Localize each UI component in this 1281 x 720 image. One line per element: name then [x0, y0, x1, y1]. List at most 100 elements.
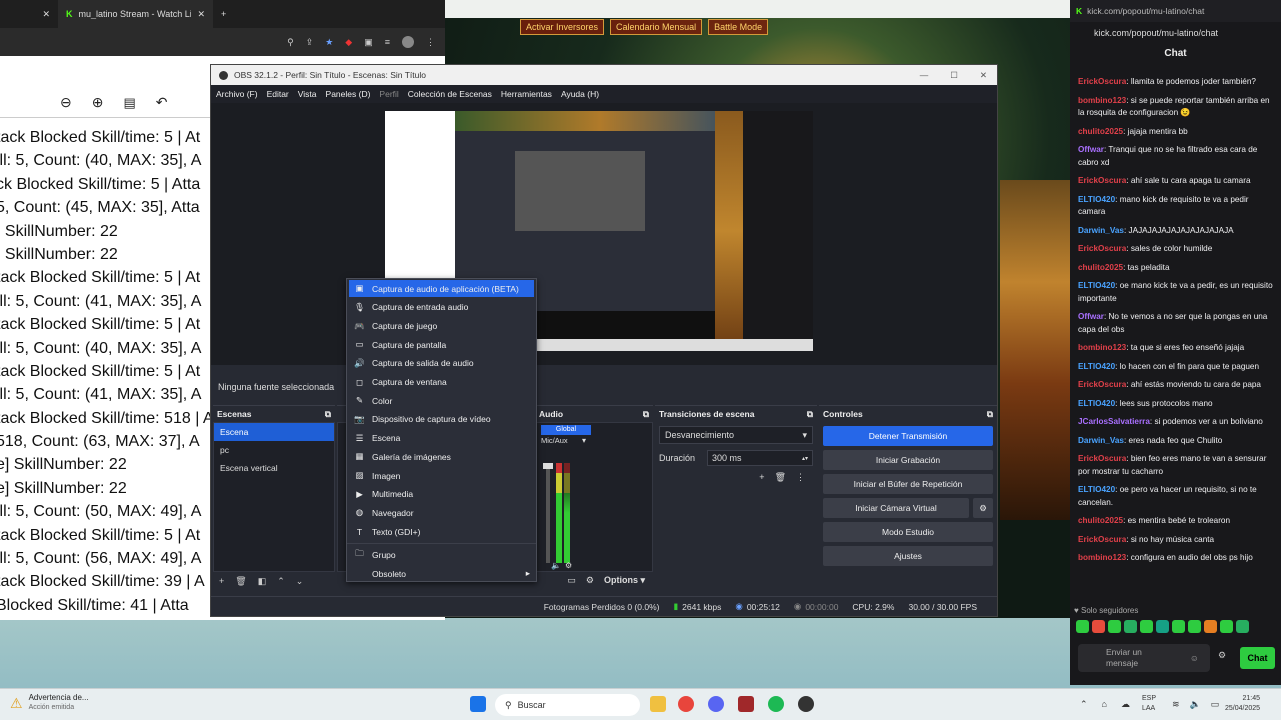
emoji-icon[interactable]: ☺ [1190, 653, 1199, 664]
notification[interactable]: ⚠ Advertencia de... Acción emitida [10, 693, 89, 713]
menu-item[interactable]: Ayuda (H) [561, 89, 599, 99]
context-menu-item[interactable]: ▨ Imagen [347, 466, 536, 485]
emote-icon[interactable] [1124, 620, 1137, 633]
extension-icon[interactable]: ◆ [345, 37, 352, 48]
undock-icon[interactable]: ⧉ [807, 409, 813, 420]
volume-icon[interactable]: 🔈 [551, 561, 561, 570]
chat-username[interactable]: JCarlosSalvatierra [1078, 417, 1150, 426]
scene-item[interactable]: Escena vertical [214, 459, 334, 477]
undock-icon[interactable]: ⧉ [325, 409, 331, 420]
options-button[interactable]: Options ▾ [604, 575, 645, 586]
volume-slider-handle[interactable] [543, 463, 553, 469]
emote-icon[interactable] [1220, 620, 1233, 633]
chat-username[interactable]: ErickOscura [1078, 244, 1126, 253]
menu-item[interactable]: Vista [298, 89, 317, 99]
bookmark-star-icon[interactable]: ★ [325, 37, 333, 48]
chat-username[interactable]: ErickOscura [1078, 380, 1126, 389]
start-recording-button[interactable]: Iniciar Grabación [823, 450, 993, 470]
emote-icon[interactable] [1236, 620, 1249, 633]
emote-icon[interactable] [1076, 620, 1089, 633]
chat-username[interactable]: ELTIO420 [1078, 399, 1115, 408]
trash-icon[interactable]: 🗑 [775, 472, 786, 483]
menu-item[interactable]: Paneles (D) [326, 89, 371, 99]
context-menu-item[interactable]: ◍ Navegador [347, 504, 536, 523]
context-menu-item[interactable]: ◻ Captura de ventana [347, 373, 536, 392]
battery-icon[interactable]: ▭ [1211, 699, 1220, 710]
context-menu-item[interactable]: ☰ Escena [347, 429, 536, 448]
close-icon[interactable]: ✕ [980, 70, 987, 81]
close-icon[interactable]: ✕ [197, 9, 205, 20]
trash-icon[interactable]: 🗑 [235, 576, 246, 587]
chat-username[interactable]: bombino123 [1078, 343, 1126, 352]
gear-icon[interactable]: ⚙ [586, 575, 594, 586]
emote-icon[interactable] [1204, 620, 1217, 633]
chat-username[interactable]: ELTIO420 [1078, 362, 1115, 371]
undock-icon[interactable]: ⧉ [987, 409, 993, 420]
send-chat-button[interactable]: Chat [1240, 647, 1275, 669]
move-up-icon[interactable]: ⌃ [277, 576, 285, 587]
chat-username[interactable]: ELTIO420 [1078, 281, 1115, 290]
emote-icon[interactable] [1156, 620, 1169, 633]
start-icon[interactable] [470, 696, 486, 712]
game-hud-item[interactable]: Battle Mode [708, 19, 769, 35]
fit-page-icon[interactable]: ▤ [123, 95, 135, 111]
gear-icon[interactable]: ⚙ [565, 561, 572, 570]
context-menu-item[interactable]: 🗀 Grupo [347, 546, 536, 565]
start-virtual-camera-button[interactable]: Iniciar Cámara Virtual [823, 498, 969, 518]
clock[interactable]: 21:45 25/04/2025 [1225, 694, 1260, 714]
emote-icon[interactable] [1092, 620, 1105, 633]
context-menu-item[interactable]: ▭ Captura de pantalla [347, 335, 536, 354]
context-menu-item[interactable]: ✎ Color [347, 391, 536, 410]
spotify-icon[interactable] [768, 696, 784, 712]
chat-username[interactable]: bombino123 [1078, 553, 1126, 562]
more-menu-icon[interactable]: ⋮ [426, 37, 435, 48]
chat-input[interactable]: Enviar un mensaje ☺ [1078, 644, 1210, 672]
minimize-icon[interactable]: — [920, 70, 929, 81]
chat-username[interactable]: chulito2025 [1078, 516, 1123, 525]
chat-username[interactable]: ErickOscura [1078, 535, 1126, 544]
context-menu-item[interactable]: ▦ Galería de imágenes [347, 448, 536, 467]
chat-username[interactable]: chulito2025 [1078, 263, 1123, 272]
scene-item[interactable]: Escena [214, 423, 334, 441]
context-menu-item[interactable]: ▣ Captura de audio de aplicación (BETA) [349, 280, 534, 297]
scene-item[interactable]: pc [214, 441, 334, 459]
language-indicator[interactable]: ESP LAA [1142, 694, 1156, 714]
gear-icon[interactable]: ⚙ [973, 498, 993, 518]
move-down-icon[interactable]: ⌄ [296, 576, 304, 587]
chat-username[interactable]: bombino123 [1078, 96, 1126, 105]
zoom-in-icon[interactable]: ⊕ [92, 94, 104, 111]
emote-icon[interactable] [1108, 620, 1121, 633]
chat-username[interactable]: Darwin_Vas [1078, 436, 1124, 445]
stop-streaming-button[interactable]: Detener Transmisión [823, 426, 993, 446]
add-icon[interactable]: + [219, 576, 224, 587]
chat-username[interactable]: Offwar [1078, 145, 1104, 154]
menu-item[interactable]: Archivo (F) [216, 89, 258, 99]
menu-item[interactable]: Editar [267, 89, 289, 99]
settings-button[interactable]: Ajustes [823, 546, 993, 566]
browser-tab[interactable]: ✕ [0, 0, 58, 28]
context-menu-item[interactable]: 🎙 Captura de entrada audio [347, 298, 536, 317]
context-menu-item[interactable]: Obsoleto ▸ [347, 565, 536, 584]
cloud-icon[interactable]: ☁ [1121, 699, 1130, 710]
studio-mode-button[interactable]: Modo Estudio [823, 522, 993, 542]
menu-item[interactable]: Perfil [379, 89, 398, 99]
spin-arrows-icon[interactable]: ▴▾ [802, 455, 808, 462]
mixer-layout-icon[interactable]: ▭ [567, 575, 576, 586]
chrome-icon[interactable] [678, 696, 694, 712]
start-replay-buffer-button[interactable]: Iniciar el Búfer de Repetición [823, 474, 993, 494]
chat-username[interactable]: ELTIO420 [1078, 195, 1115, 204]
game-hud-item[interactable]: Calendario Mensual [610, 19, 703, 35]
obs-icon[interactable] [798, 696, 814, 712]
chevron-up-icon[interactable]: ⌃ [1080, 699, 1088, 710]
undo-icon[interactable]: ↶ [156, 94, 168, 111]
volume-slider[interactable] [546, 463, 550, 563]
extensions-puzzle-icon[interactable]: ▣ [364, 37, 373, 48]
close-icon[interactable]: ✕ [42, 9, 50, 20]
game-hud-item[interactable]: Activar Inversores [520, 19, 605, 35]
chat-username[interactable]: Offwar [1078, 312, 1104, 321]
new-tab-button[interactable]: + [213, 0, 234, 28]
folder-icon[interactable] [650, 696, 666, 712]
context-menu-item[interactable]: 🔊 Captura de salida de audio [347, 354, 536, 373]
chat-username[interactable]: ErickOscura [1078, 77, 1126, 86]
chat-username[interactable]: ErickOscura [1078, 176, 1126, 185]
